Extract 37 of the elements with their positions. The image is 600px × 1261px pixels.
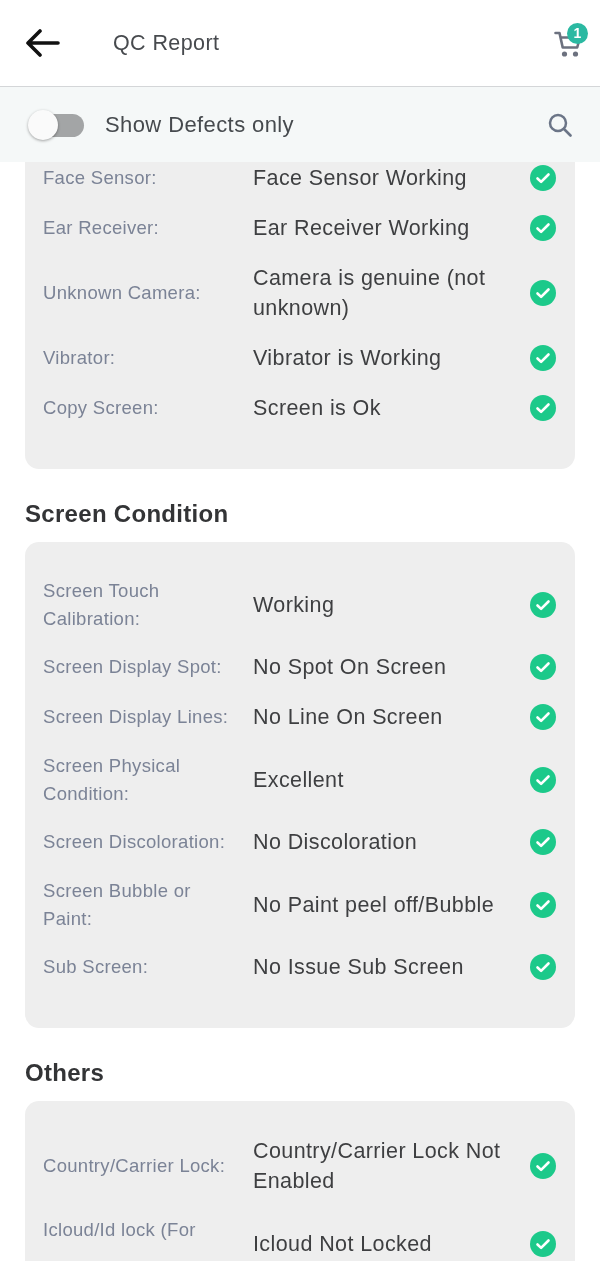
section-title: Others [25,1058,106,1088]
field-value: Screen is Ok [253,395,382,422]
field-label: Screen Display Spot: [43,655,223,680]
page-title: QC Report [113,30,220,57]
search-icon[interactable] [548,112,572,137]
field-label: Screen Discoloration: [43,830,227,855]
section-title: Screen Condition [25,499,230,529]
field-label: Sub Screen: [43,955,150,980]
field-value: Icloud Not Locked [253,1230,433,1258]
field-label: Screen Physical Condition: [43,754,182,806]
field-value: No Paint peel off/Bubble [253,891,496,919]
field-label: Country/Carrier Lock: [43,1154,227,1179]
field-value: Vibrator is Working [253,345,443,372]
cart-badge: 1 [567,23,588,44]
field-label: Ear Receiver: [43,216,160,241]
field-label: Screen Bubble or Paint: [43,879,192,931]
field-value: No Discoloration [253,829,419,856]
field-label: Icloud/Id lock (For [43,1218,197,1242]
field-label: Unknown Camera: [43,281,202,306]
defects-toggle[interactable] [28,109,84,140]
field-value: Camera is genuine (not unknown) [253,265,487,322]
field-label: Screen Display Lines: [43,705,230,730]
field-label: Face Sensor: [43,166,158,191]
field-value: No Issue Sub Screen [253,954,465,981]
field-label: Screen Touch Calibration: [43,579,161,631]
field-value: Working [253,591,336,619]
field-value: Ear Receiver Working [253,215,471,242]
toggle-label: Show Defects only [105,110,294,139]
field-label: Vibrator: [43,346,117,371]
field-label: Copy Screen: [43,396,160,421]
field-value: Face Sensor Working [253,165,468,192]
field-value: Excellent [253,766,345,794]
field-value: No Line On Screen [253,704,444,731]
field-value: Country/Carrier Lock Not Enabled [253,1138,502,1195]
cart-icon[interactable] [554,30,582,58]
field-value: No Spot On Screen [253,654,448,681]
back-arrow-icon[interactable] [26,29,60,57]
